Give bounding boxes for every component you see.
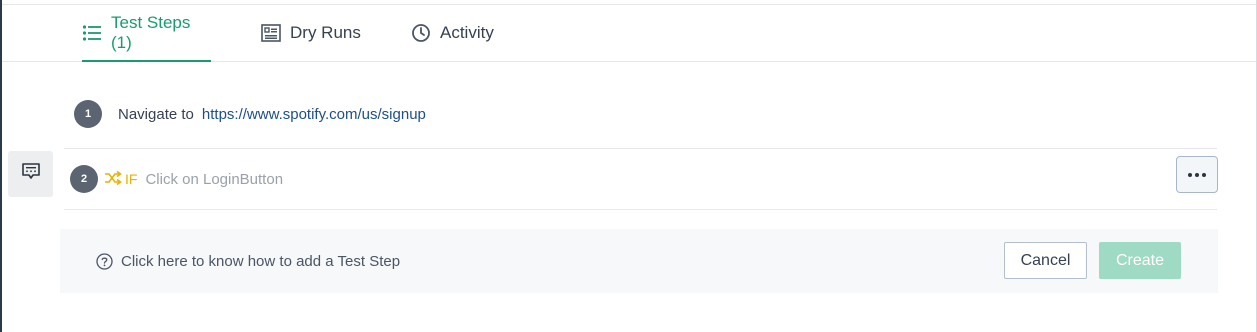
list-icon [82,22,103,44]
help-link[interactable]: Click here to know how to add a Test Ste… [96,229,400,293]
tab-activity[interactable]: Activity [410,5,494,61]
tab-label: Test Steps (1) [110,13,191,52]
cancel-button[interactable]: Cancel [1004,242,1087,279]
comment-button[interactable] [8,151,53,197]
tab-test-steps[interactable]: Test Steps (1) [82,5,211,62]
shuffle-icon [104,170,122,188]
condition-label: IF [125,171,138,187]
tab-dry-runs[interactable]: Dry Runs [260,5,361,61]
tab-label: Dry Runs [290,23,361,42]
step-url[interactable]: https://www.spotify.com/us/signup [202,106,426,123]
create-button[interactable]: Create [1099,242,1181,279]
step-footer-bar: Click here to know how to add a Test Ste… [60,229,1218,293]
tab-bar: Test Steps (1) Dry Runs Activity [2,5,1256,62]
more-options-button[interactable] [1176,156,1218,193]
help-text: Click here to know how to add a Test Ste… [121,252,401,270]
step-action-text: Navigate to [118,105,194,123]
test-step-1[interactable]: 1 Navigate to https://www.spotify.com/us… [64,88,1217,140]
report-icon [260,22,282,44]
condition-tag: IF [104,170,138,188]
more-dots-icon [1188,172,1206,177]
clock-icon [410,22,432,44]
test-step-2[interactable]: 2 IF Click on LoginButton [64,148,1217,210]
step-number-badge: 2 [70,165,98,193]
question-circle-icon [96,252,113,270]
comment-icon [21,163,40,185]
step-action-text: Click on LoginButton [145,170,284,188]
tab-label: Activity [440,23,494,42]
step-number-badge: 1 [74,100,102,128]
